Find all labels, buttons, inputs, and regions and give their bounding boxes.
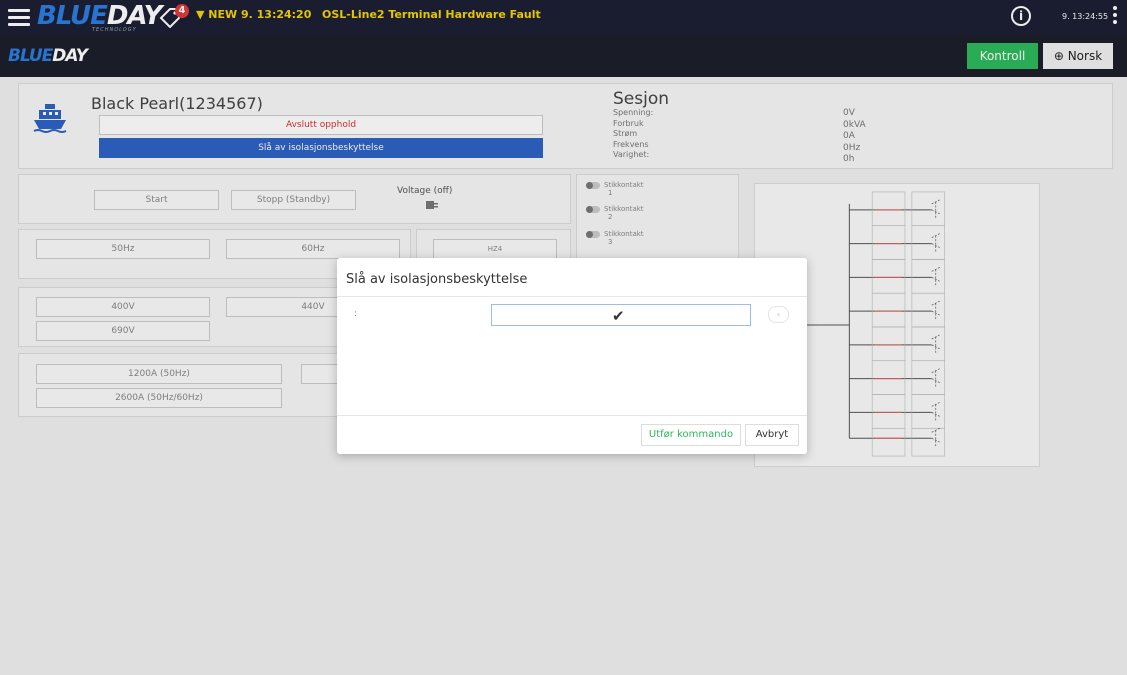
dialog-title: Slå av isolasjonsbeskyttelse xyxy=(346,272,528,287)
reset-field-button[interactable]: ‹ xyxy=(768,306,789,323)
field-label: : xyxy=(354,309,358,319)
check-icon[interactable]: ✔ xyxy=(612,307,625,325)
dialog-footer-divider xyxy=(337,415,807,416)
execute-command-button[interactable]: Utfør kommando xyxy=(641,424,741,446)
disable-isolation-dialog: Slå av isolasjonsbeskyttelse : ✔ ‹ Utfør… xyxy=(337,258,807,454)
dialog-divider xyxy=(337,296,807,297)
confirm-checkbox-field[interactable]: ✔ xyxy=(491,304,751,326)
cancel-button[interactable]: Avbryt xyxy=(745,424,799,446)
